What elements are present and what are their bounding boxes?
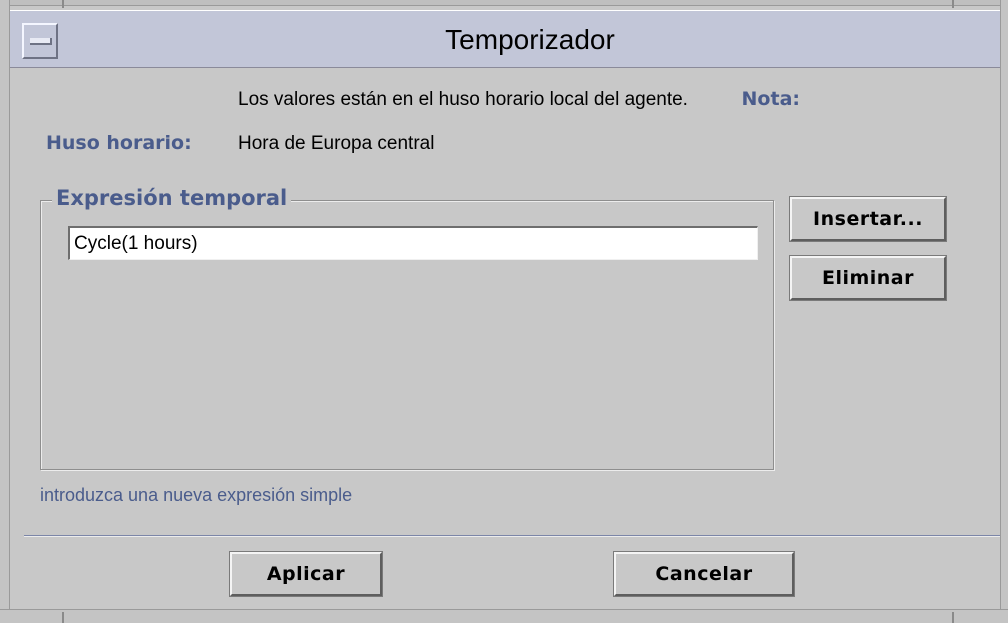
- window-title: Temporizador: [445, 24, 615, 55]
- frame-corner-mark: [62, 612, 64, 623]
- footer-separator: [24, 535, 1000, 537]
- note-value: Los valores están en el huso horario loc…: [238, 89, 688, 110]
- note-label: Nota:: [741, 88, 800, 110]
- delete-button[interactable]: Eliminar: [789, 255, 947, 301]
- note-value-row: Los valores están en el huso horario loc…: [238, 89, 688, 111]
- window-frame-right: [1000, 0, 1008, 623]
- window-frame-top: [0, 0, 1008, 6]
- apply-button[interactable]: Aplicar: [229, 551, 383, 597]
- time-expression-input[interactable]: [68, 226, 758, 260]
- title-bar[interactable]: Temporizador: [10, 10, 1000, 68]
- timezone-label: Huso horario:: [46, 132, 192, 154]
- timer-dialog: Temporizador Nota: Los valores están en …: [0, 0, 1008, 623]
- frame-corner-mark: [62, 0, 64, 8]
- note-row: Nota:: [742, 88, 800, 110]
- timezone-value: Hora de Europa central: [238, 133, 435, 154]
- window-menu-button[interactable]: [22, 23, 58, 59]
- window-frame-bottom: [0, 609, 1008, 623]
- insert-button[interactable]: Insertar...: [789, 196, 947, 242]
- window-frame-left: [0, 0, 10, 623]
- status-hint: introduzca una nueva expresión simple: [40, 485, 353, 505]
- timezone-value-row: Hora de Europa central: [238, 133, 434, 155]
- frame-corner-mark: [952, 0, 954, 8]
- window-menu-icon: [30, 38, 52, 45]
- frame-corner-mark: [952, 612, 954, 623]
- time-expression-group-title: Expresión temporal: [52, 186, 292, 210]
- timezone-row: Huso horario:: [46, 132, 192, 154]
- cancel-button[interactable]: Cancelar: [613, 551, 795, 597]
